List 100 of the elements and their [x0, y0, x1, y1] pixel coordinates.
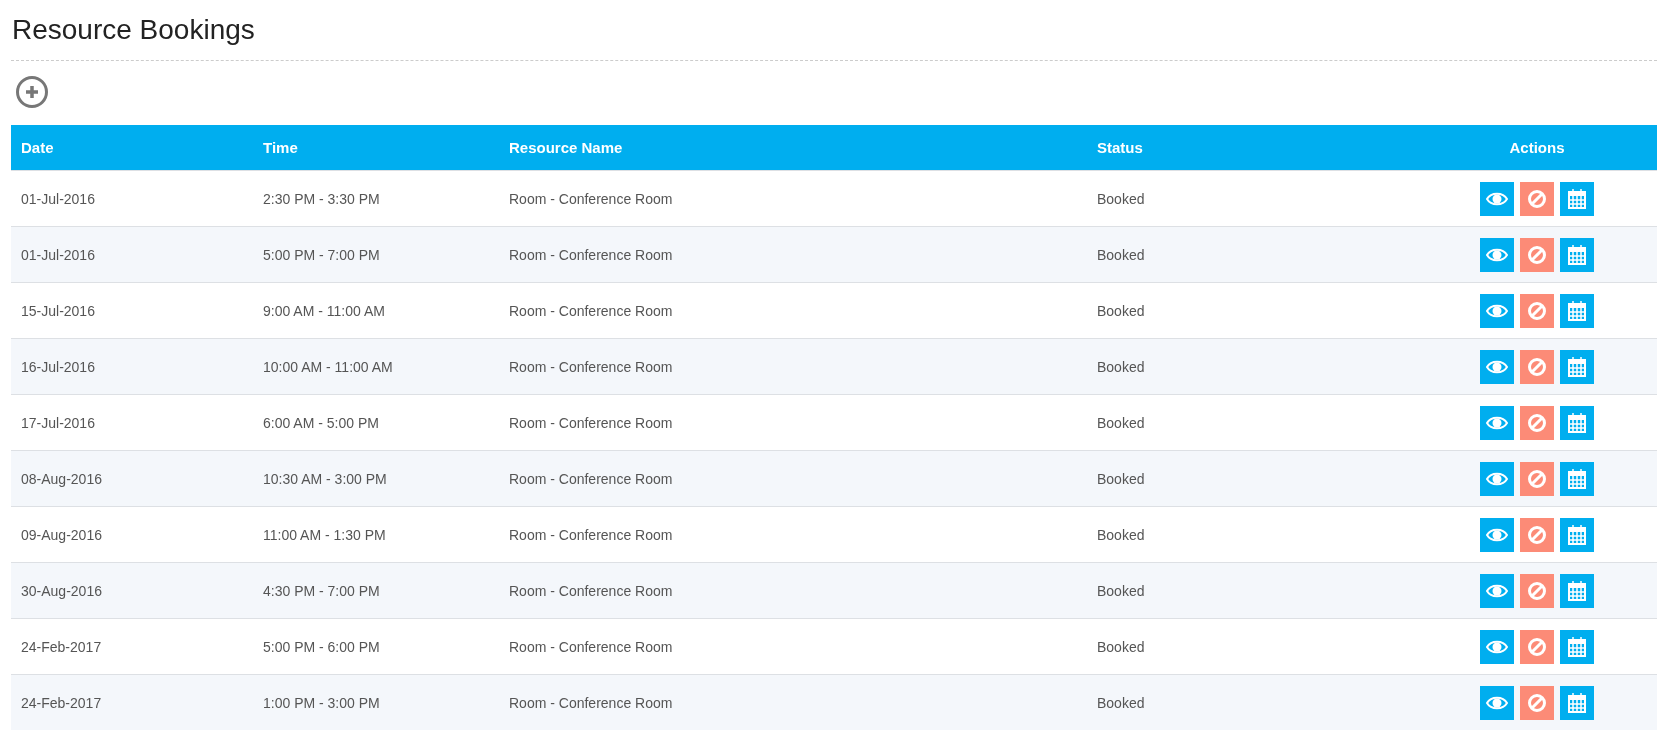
calendar-button[interactable] — [1560, 181, 1594, 216]
eye-icon — [1486, 358, 1508, 375]
calendar-icon — [1567, 691, 1587, 714]
table-cell-text: 4:30 PM - 7:00 PM — [262, 582, 381, 599]
eye-icon — [1486, 246, 1508, 263]
cancel-button[interactable] — [1520, 293, 1554, 328]
table-cell-text: Booked — [1096, 526, 1146, 543]
table-cell-text: Booked — [1096, 358, 1146, 375]
view-button[interactable] — [1480, 181, 1514, 216]
view-button[interactable] — [1480, 293, 1514, 328]
table-cell-text: 5:00 PM - 6:00 PM — [262, 638, 381, 655]
calendar-button[interactable] — [1560, 349, 1594, 384]
calendar-button[interactable] — [1560, 685, 1594, 720]
table-cell-text: 6:00 AM - 5:00 PM — [262, 414, 380, 431]
view-button[interactable] — [1480, 349, 1514, 384]
cancel-button[interactable] — [1520, 349, 1554, 384]
calendar-icon — [1567, 243, 1587, 266]
table-cell-text: Room - Conference Room — [508, 190, 674, 207]
table-cell-text: 10:30 AM - 3:00 PM — [262, 470, 388, 487]
table-cell-text: 15-Jul-2016 — [20, 302, 96, 319]
table-cell-text: Room - Conference Room — [508, 358, 674, 375]
table-cell-text: 08-Aug-2016 — [20, 470, 103, 487]
ban-icon — [1527, 636, 1547, 657]
ban-icon — [1527, 356, 1547, 377]
ban-icon — [1527, 580, 1547, 601]
table-cell-text: Room - Conference Room — [508, 414, 674, 431]
cancel-button[interactable] — [1520, 573, 1554, 608]
cancel-button[interactable] — [1520, 181, 1554, 216]
ban-icon — [1527, 412, 1547, 433]
table-cell-text: 24-Feb-2017 — [20, 694, 103, 711]
cancel-button[interactable] — [1520, 517, 1554, 552]
cancel-button[interactable] — [1520, 685, 1554, 720]
column-header: Date — [20, 139, 55, 156]
column-header: Resource Name — [508, 139, 624, 156]
table-cell-text: Booked — [1096, 190, 1146, 207]
eye-icon — [1486, 302, 1508, 319]
calendar-icon — [1567, 579, 1587, 602]
table-cell-text: 11:00 AM - 1:30 PM — [262, 526, 387, 543]
table-cell-text: Room - Conference Room — [508, 470, 674, 487]
table-cell-text: 17-Jul-2016 — [20, 414, 96, 431]
table-cell-text: Room - Conference Room — [508, 526, 674, 543]
calendar-icon — [1567, 187, 1587, 210]
view-button[interactable] — [1480, 461, 1514, 496]
table-cell-text: Booked — [1096, 414, 1146, 431]
calendar-button[interactable] — [1560, 405, 1594, 440]
column-header: Time — [262, 139, 299, 156]
ban-icon — [1527, 468, 1547, 489]
table-cell-text: 10:00 AM - 11:00 AM — [262, 358, 394, 375]
calendar-button[interactable] — [1560, 293, 1594, 328]
column-header: Status — [1096, 139, 1144, 156]
page-title: Resource Bookings — [12, 13, 256, 47]
view-button[interactable] — [1480, 685, 1514, 720]
column-header: Actions — [1508, 139, 1566, 156]
calendar-icon — [1567, 635, 1587, 658]
eye-icon — [1486, 694, 1508, 711]
eye-icon — [1486, 190, 1508, 207]
eye-icon — [1486, 470, 1508, 487]
eye-icon — [1486, 582, 1508, 599]
calendar-button[interactable] — [1560, 237, 1594, 272]
calendar-icon — [1567, 467, 1587, 490]
eye-icon — [1486, 638, 1508, 655]
table-cell-text: Booked — [1096, 470, 1146, 487]
calendar-button[interactable] — [1560, 517, 1594, 552]
calendar-button[interactable] — [1560, 573, 1594, 608]
cancel-button[interactable] — [1520, 237, 1554, 272]
ban-icon — [1527, 524, 1547, 545]
table-cell-text: 01-Jul-2016 — [20, 190, 96, 207]
view-button[interactable] — [1480, 237, 1514, 272]
view-button[interactable] — [1480, 629, 1514, 664]
view-button[interactable] — [1480, 517, 1514, 552]
table-cell-text: 1:00 PM - 3:00 PM — [262, 694, 381, 711]
calendar-icon — [1567, 299, 1587, 322]
ban-icon — [1527, 188, 1547, 209]
calendar-icon — [1567, 523, 1587, 546]
calendar-button[interactable] — [1560, 629, 1594, 664]
table-cell-text: 30-Aug-2016 — [20, 582, 103, 599]
table-cell-text: 16-Jul-2016 — [20, 358, 96, 375]
eye-icon — [1486, 526, 1508, 543]
table-cell-text: Room - Conference Room — [508, 246, 674, 263]
cancel-button[interactable] — [1520, 461, 1554, 496]
eye-icon — [1486, 414, 1508, 431]
ban-icon — [1527, 244, 1547, 265]
table-cell-text: 5:00 PM - 7:00 PM — [262, 246, 381, 263]
view-button[interactable] — [1480, 573, 1514, 608]
table-cell-text: 01-Jul-2016 — [20, 246, 96, 263]
calendar-icon — [1567, 355, 1587, 378]
table-cell-text: Booked — [1096, 302, 1146, 319]
table-cell-text: Booked — [1096, 694, 1146, 711]
view-button[interactable] — [1480, 405, 1514, 440]
cancel-button[interactable] — [1520, 405, 1554, 440]
table-cell-text: Room - Conference Room — [508, 638, 674, 655]
table-cell-text: Booked — [1096, 246, 1146, 263]
table-cell-text: 9:00 AM - 11:00 AM — [262, 302, 386, 319]
table-cell-text: 24-Feb-2017 — [20, 638, 103, 655]
add-button[interactable] — [16, 76, 48, 108]
table-cell-text: Room - Conference Room — [508, 582, 674, 599]
cancel-button[interactable] — [1520, 629, 1554, 664]
calendar-button[interactable] — [1560, 461, 1594, 496]
table-cell-text: 2:30 PM - 3:30 PM — [262, 190, 381, 207]
calendar-icon — [1567, 411, 1587, 434]
